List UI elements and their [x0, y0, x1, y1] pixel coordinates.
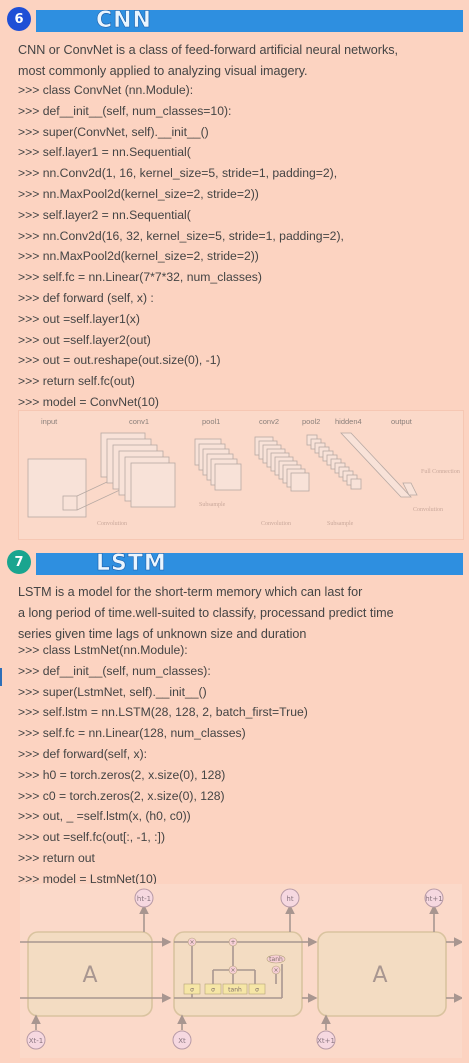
op-label: Full Connection — [421, 469, 460, 475]
pointwise-op: tanh — [269, 956, 283, 963]
section-number-badge: 6 — [7, 7, 31, 31]
gate-label: σ — [190, 987, 194, 994]
code-line: >>> nn.MaxPool2d(kernel_size=2, stride=2… — [18, 249, 259, 264]
code-line: >>> self.lstm = nn.LSTM(28, 128, 2, batc… — [18, 705, 308, 720]
description-line: most commonly applied to analyzing visua… — [18, 64, 308, 78]
code-line: >>> return self.fc(out) — [18, 374, 135, 389]
code-line: >>> self.fc = nn.Linear(128, num_classes… — [18, 726, 246, 741]
section-title-bar: LSTM — [36, 551, 463, 576]
code-line: >>> out, _ =self.lstm(x, (h0, c0)) — [18, 809, 191, 824]
code-line: >>> super(ConvNet, self).__init__() — [18, 124, 209, 139]
layer-label-hidden4: hidden4 — [335, 417, 362, 426]
section-title: LSTM — [96, 551, 167, 576]
code-line: >>> nn.MaxPool2d(kernel_size=2, stride=2… — [18, 186, 259, 201]
cnn-section-header: 6 CNN — [0, 5, 469, 33]
layer-label-input: input — [41, 417, 58, 426]
pointwise-op: × — [189, 939, 194, 946]
layer-label-pool2: pool2 — [302, 417, 320, 426]
gate-label: σ — [255, 987, 259, 994]
code-line: >>> def forward(self, x): — [18, 746, 148, 761]
code-line: >>> self.layer1 = nn.Sequential( — [18, 145, 191, 160]
gate-label: σ — [211, 987, 215, 994]
lstm-code-block: >>> class LstmNet(nn.Module): >>> def__in… — [18, 640, 463, 890]
cell-label: A — [82, 963, 97, 988]
code-line: >>> def forward (self, x) : — [18, 290, 154, 305]
cnn-architecture-diagram: input conv1 pool1 conv2 pool2 hidden4 ou… — [18, 410, 464, 540]
pointwise-op: + — [230, 939, 235, 946]
cell-label: A — [372, 963, 387, 988]
feature-map — [214, 463, 242, 491]
code-line: >>> self.layer2 = nn.Sequential( — [18, 207, 191, 222]
code-line: >>> self.fc = nn.Linear(7*7*32, num_clas… — [18, 270, 262, 285]
input-label: Xt+1 — [317, 1037, 335, 1045]
code-line: >>> class ConvNet (nn.Module): — [18, 83, 194, 97]
layer-label-output: output — [391, 417, 413, 426]
pointwise-op: × — [230, 967, 235, 974]
lstm-description: LSTM is a model for the short-term memor… — [18, 582, 458, 645]
section-number-badge: 7 — [7, 550, 31, 574]
op-label: Convolution — [413, 507, 443, 513]
output-label: ht — [286, 895, 293, 903]
code-line: >>> super(LstmNet, self).__init__() — [18, 684, 207, 699]
code-line: >>> def__init__(self, num_classes=10): — [18, 103, 232, 118]
input-label: Xt — [178, 1037, 186, 1045]
op-label: Subsample — [199, 502, 226, 508]
cnn-description: CNN or ConvNet is a class of feed-forwar… — [18, 40, 458, 82]
lstm-section-header: 7 LSTM — [0, 548, 469, 576]
code-line: >>> def__init__(self, num_classes): — [18, 663, 211, 678]
code-line: >>> out =self.fc(out[:, -1, :]) — [18, 830, 165, 845]
op-label: Convolution — [97, 521, 127, 527]
feature-map — [350, 478, 362, 490]
pointwise-op: × — [273, 967, 278, 974]
code-line: >>> class LstmNet(nn.Module): — [18, 643, 188, 657]
code-line: >>> nn.Conv2d(16, 32, kernel_size=5, str… — [18, 228, 344, 243]
layer-label-conv2: conv2 — [259, 417, 279, 426]
feature-map — [130, 462, 176, 508]
lstm-cell-diagram: σ σ tanh σ × + × × tanh A A ht-1 ht ht+1… — [20, 884, 462, 1058]
input-label: Xt-1 — [29, 1037, 44, 1045]
description-line: LSTM is a model for the short-term memor… — [18, 585, 363, 599]
code-line: >>> out =self.layer1(x) — [18, 311, 140, 326]
section-title-bar: CNN — [36, 8, 463, 33]
op-label: Convolution — [261, 521, 291, 527]
code-line: >>> h0 = torch.zeros(2, x.size(0), 128) — [18, 767, 226, 782]
code-line: >>> nn.Conv2d(1, 16, kernel_size=5, stri… — [18, 166, 338, 181]
code-line: >>> out = out.reshape(out.size(0), -1) — [18, 353, 221, 368]
output-label: ht-1 — [137, 895, 151, 903]
op-label: Subsample — [327, 521, 354, 527]
section-title: CNN — [96, 8, 152, 33]
description-line: CNN or ConvNet is a class of feed-forwar… — [18, 43, 399, 57]
layer-label-pool1: pool1 — [202, 417, 220, 426]
output-label: ht+1 — [425, 895, 443, 903]
code-line: >>> c0 = torch.zeros(2, x.size(0), 128) — [18, 788, 225, 803]
feature-map — [290, 472, 310, 492]
description-line: a long period of time.well-suited to cla… — [18, 606, 394, 620]
code-line: >>> return out — [18, 850, 95, 865]
cnn-code-block: >>> class ConvNet (nn.Module): >>> def__i… — [18, 80, 463, 413]
code-line: >>> out =self.layer2(out) — [18, 332, 151, 347]
layer-label-conv1: conv1 — [129, 417, 149, 426]
gate-label: tanh — [228, 987, 242, 994]
edge-marker — [0, 668, 2, 686]
